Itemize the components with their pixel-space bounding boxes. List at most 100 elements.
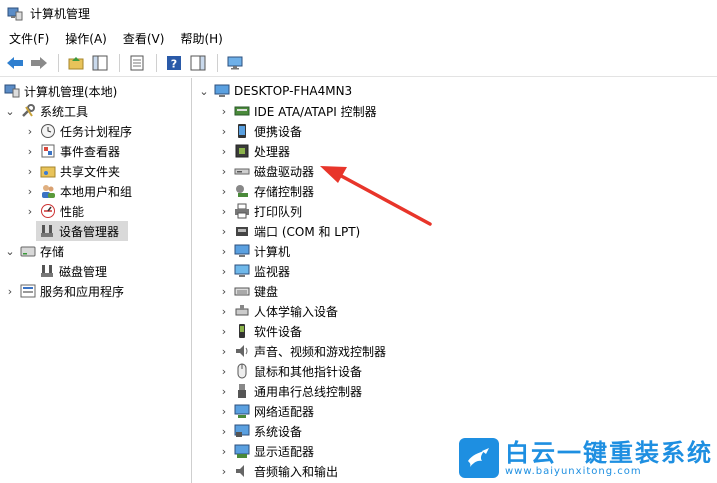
- device-category-hid[interactable]: › 人体学输入设备: [218, 301, 338, 321]
- chevron-right-icon[interactable]: ›: [24, 121, 36, 141]
- chevron-right-icon[interactable]: ›: [4, 281, 16, 301]
- chevron-right-icon[interactable]: ›: [218, 121, 230, 141]
- storage-controller-icon: [234, 183, 250, 199]
- storage-icon: [20, 243, 36, 259]
- device-category-monitors[interactable]: › 监视器: [218, 261, 290, 281]
- chevron-right-icon[interactable]: ›: [218, 341, 230, 361]
- chevron-right-icon[interactable]: ›: [218, 441, 230, 461]
- shared-folder-icon: [40, 163, 56, 179]
- watermark: 白云一键重装系统 www.baiyunxitong.com: [459, 436, 713, 480]
- window-title: 计算机管理: [30, 7, 91, 21]
- computer-icon: [234, 243, 250, 259]
- watermark-title: 白云一键重装系统: [505, 438, 713, 467]
- chevron-right-icon[interactable]: ›: [218, 201, 230, 221]
- tree-item-event-viewer[interactable]: › 事件查看器: [24, 141, 120, 161]
- device-category-print-queues[interactable]: › 打印队列: [218, 201, 302, 221]
- menu-action[interactable]: 操作(A): [61, 30, 111, 47]
- clock-icon: [40, 123, 56, 139]
- show-hide-tree-icon[interactable]: [89, 52, 111, 74]
- chevron-right-icon[interactable]: ›: [218, 161, 230, 181]
- title-bar: 计算机管理: [0, 0, 717, 27]
- bird-logo-icon: [459, 438, 499, 478]
- device-category-ide-controller[interactable]: › IDE ATA/ATAPI 控制器: [218, 101, 377, 121]
- chevron-right-icon[interactable]: ›: [218, 141, 230, 161]
- chevron-right-icon[interactable]: ›: [218, 221, 230, 241]
- chevron-right-icon[interactable]: ›: [218, 241, 230, 261]
- network-adapter-icon: [234, 403, 250, 419]
- forward-arrow-icon[interactable]: [28, 52, 50, 74]
- chevron-right-icon[interactable]: ›: [24, 161, 36, 181]
- tree-item-shared-folders[interactable]: › 共享文件夹: [24, 161, 120, 181]
- properties-icon[interactable]: [126, 52, 148, 74]
- device-category-keyboards[interactable]: › 键盘: [218, 281, 278, 301]
- usb-icon: [234, 383, 250, 399]
- back-arrow-icon[interactable]: [4, 52, 26, 74]
- navigation-tree: 计算机管理(本地) ⌄ 系统工具 › 任务计划程序 › 事件查看器 › 共享文件…: [0, 78, 192, 483]
- help-icon[interactable]: ?: [163, 52, 185, 74]
- monitor-icon: [234, 263, 250, 279]
- device-category-mice[interactable]: › 鼠标和其他指针设备: [218, 361, 362, 381]
- toolbar-separator: [156, 53, 157, 72]
- device-category-display-adapters[interactable]: › 显示适配器: [218, 441, 314, 461]
- chevron-right-icon[interactable]: ›: [218, 281, 230, 301]
- display-adapter-icon: [234, 443, 250, 459]
- computer-icon: [214, 83, 230, 99]
- menu-help[interactable]: 帮助(H): [176, 30, 226, 47]
- device-category-network-adapters[interactable]: › 网络适配器: [218, 401, 314, 421]
- chevron-down-icon[interactable]: ⌄: [4, 101, 16, 121]
- device-category-sound-video-game[interactable]: › 声音、视频和游戏控制器: [218, 341, 386, 361]
- chevron-right-icon[interactable]: ›: [218, 181, 230, 201]
- tree-item-system-tools[interactable]: ⌄ 系统工具: [4, 101, 88, 121]
- device-category-portable-devices[interactable]: › 便携设备: [218, 121, 302, 141]
- services-icon: [20, 283, 36, 299]
- tree-root-computer-management[interactable]: 计算机管理(本地): [2, 81, 117, 101]
- chevron-down-icon[interactable]: ⌄: [198, 81, 210, 101]
- event-viewer-icon: [40, 143, 56, 159]
- monitor-icon[interactable]: [224, 52, 246, 74]
- printer-icon: [234, 203, 250, 219]
- device-category-system-devices[interactable]: › 系统设备: [218, 421, 302, 441]
- tree-item-performance[interactable]: › 性能: [24, 201, 84, 221]
- svg-text:?: ?: [171, 57, 177, 70]
- chevron-right-icon[interactable]: ›: [218, 301, 230, 321]
- menu-view[interactable]: 查看(V): [119, 30, 169, 47]
- folder-up-icon[interactable]: [65, 52, 87, 74]
- device-category-processors[interactable]: › 处理器: [218, 141, 290, 161]
- chevron-down-icon[interactable]: ⌄: [4, 241, 16, 261]
- device-category-computer[interactable]: › 计算机: [218, 241, 290, 261]
- tree-item-services-applications[interactable]: › 服务和应用程序: [4, 281, 124, 301]
- device-tree-root[interactable]: ⌄ DESKTOP-FHA4MN3: [198, 81, 352, 101]
- tree-item-task-scheduler[interactable]: › 任务计划程序: [24, 121, 132, 141]
- toolbar-separator: [119, 53, 120, 72]
- device-category-ports[interactable]: › 端口 (COM 和 LPT): [218, 221, 360, 241]
- device-category-storage-controllers[interactable]: › 存储控制器: [218, 181, 314, 201]
- ide-controller-icon: [234, 103, 250, 119]
- chevron-right-icon[interactable]: ›: [218, 321, 230, 341]
- device-category-software-devices[interactable]: › 软件设备: [218, 321, 302, 341]
- tree-item-storage[interactable]: ⌄ 存储: [4, 241, 64, 261]
- chevron-right-icon[interactable]: ›: [218, 361, 230, 381]
- chevron-right-icon[interactable]: ›: [218, 401, 230, 421]
- action-pane-icon[interactable]: [187, 52, 209, 74]
- tree-item-local-users-groups[interactable]: › 本地用户和组: [24, 181, 132, 201]
- chevron-right-icon[interactable]: ›: [218, 421, 230, 441]
- chevron-right-icon[interactable]: ›: [24, 181, 36, 201]
- tree-item-disk-management[interactable]: 磁盘管理: [36, 261, 107, 281]
- audio-io-icon: [234, 463, 250, 479]
- chevron-right-icon[interactable]: ›: [24, 201, 36, 221]
- hid-icon: [234, 303, 250, 319]
- chevron-right-icon[interactable]: ›: [218, 261, 230, 281]
- device-category-disk-drives[interactable]: › 磁盘驱动器: [218, 161, 314, 181]
- tree-item-device-manager[interactable]: 设备管理器: [36, 221, 128, 241]
- toolbar-separator: [217, 53, 218, 72]
- chevron-right-icon[interactable]: ›: [218, 381, 230, 401]
- port-icon: [234, 223, 250, 239]
- menu-file[interactable]: 文件(F): [5, 30, 53, 47]
- chevron-right-icon[interactable]: ›: [218, 461, 230, 481]
- device-category-usb-controllers[interactable]: › 通用串行总线控制器: [218, 381, 362, 401]
- chevron-right-icon[interactable]: ›: [218, 101, 230, 121]
- chevron-right-icon[interactable]: ›: [24, 141, 36, 161]
- device-category-audio-io[interactable]: › 音频输入和输出: [218, 461, 338, 481]
- watermark-url: www.baiyunxitong.com: [505, 465, 642, 477]
- toolbar-separator: [58, 53, 59, 72]
